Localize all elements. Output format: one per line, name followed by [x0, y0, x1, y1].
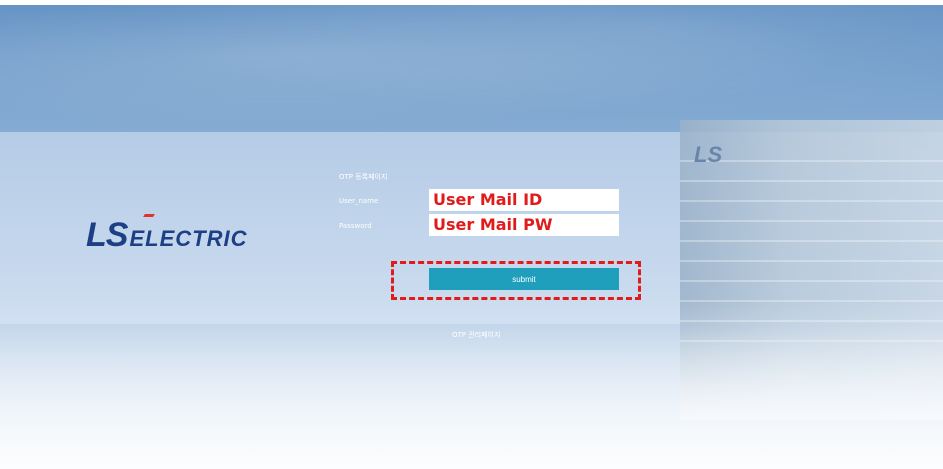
ls-electric-logo: LS ELECTRIC	[86, 214, 248, 254]
top-border	[0, 0, 943, 5]
logo-accent-mark	[143, 214, 155, 217]
username-input[interactable]: User Mail ID	[429, 189, 619, 211]
otp-manage-link[interactable]: OTP 관리페이지	[452, 330, 500, 340]
submit-highlight-box	[391, 261, 641, 300]
sky-background	[0, 0, 943, 140]
bottom-fade	[0, 324, 943, 469]
password-label: Password	[339, 222, 372, 230]
logo-electric-text: ELECTRIC	[129, 226, 248, 251]
username-label: User_name	[339, 197, 379, 205]
form-title: OTP 등록페이지	[339, 173, 388, 181]
password-input[interactable]: User Mail PW	[429, 214, 619, 236]
logo-ls-text: LS	[86, 216, 128, 254]
building-logo: LS	[694, 142, 723, 167]
